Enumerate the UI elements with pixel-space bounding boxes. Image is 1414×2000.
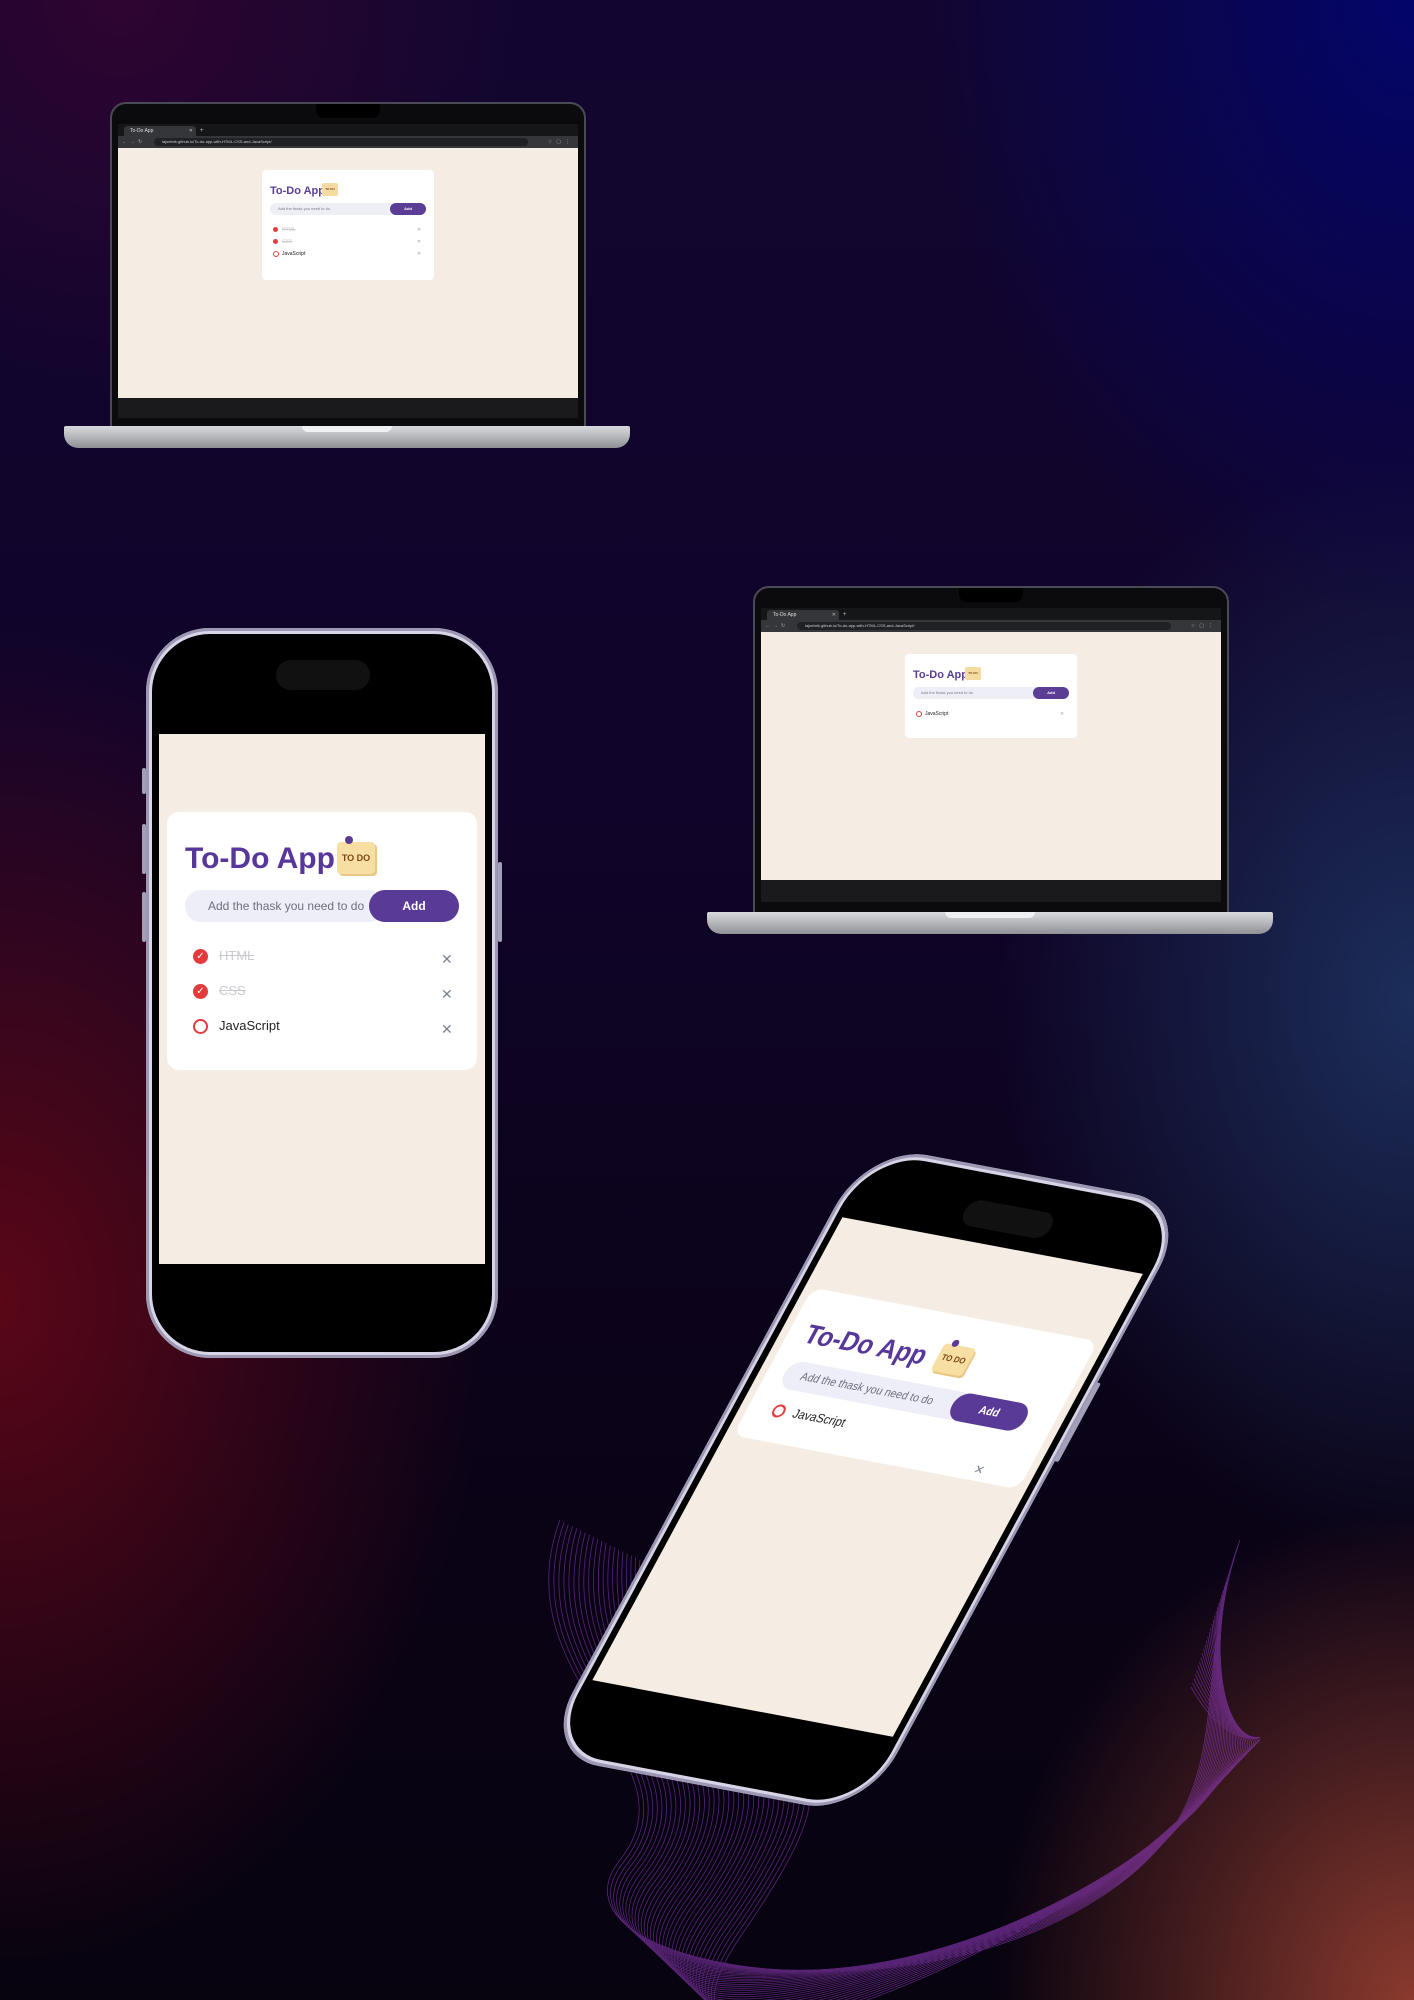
camera-notch xyxy=(316,104,380,118)
browser-chrome: To-Do App ✕ + ←→↻ lajoebrik.github.io/To-… xyxy=(761,608,1221,632)
phone-screen: To-Do App TO DO Add the thask you need t… xyxy=(159,734,485,1264)
dynamic-island xyxy=(276,660,370,690)
task-row[interactable]: JavaScript ✕ xyxy=(273,250,423,258)
app-title: To-Do App xyxy=(270,185,325,197)
unchecked-icon[interactable] xyxy=(769,1403,789,1419)
task-row[interactable]: CSS ✕ xyxy=(273,238,423,246)
app-title: To-Do App xyxy=(185,842,335,875)
browser-menu-icon[interactable]: ☆▢⋮ xyxy=(1191,623,1217,629)
laptop-base xyxy=(707,912,1273,934)
volume-button xyxy=(142,824,146,874)
laptop-mockup-right: To-Do App ✕ + ←→↻ lajoebrik.github.io/To-… xyxy=(707,586,1273,934)
new-tab-button[interactable]: + xyxy=(200,126,204,136)
add-button[interactable]: Add xyxy=(1033,687,1069,699)
todo-card: To-Do App TO DO Add the thask you need t… xyxy=(905,654,1077,738)
address-bar[interactable]: lajoebrik.github.io/To-do-app-with-HTML-… xyxy=(154,138,528,146)
task-label: CSS xyxy=(282,239,293,245)
unchecked-icon[interactable] xyxy=(916,711,922,717)
todo-card: To-Do App TO DO Add the thask you need t… xyxy=(732,1287,1099,1490)
checked-icon[interactable] xyxy=(273,239,278,244)
todo-image-icon: TO DO xyxy=(322,183,338,196)
new-tab-button[interactable]: + xyxy=(843,610,847,620)
dynamic-island xyxy=(957,1198,1059,1241)
tab-bar: To-Do App ✕ + xyxy=(118,124,578,136)
remove-icon[interactable]: ✕ xyxy=(1060,710,1064,718)
remove-icon[interactable]: ✕ xyxy=(441,1021,453,1038)
app-title: To-Do App xyxy=(913,669,968,681)
unchecked-icon[interactable] xyxy=(273,251,279,257)
remove-icon[interactable]: ✕ xyxy=(417,238,421,246)
nav-arrows-icon[interactable]: ←→↻ xyxy=(122,139,145,145)
task-input[interactable]: Add the thask you need to do xyxy=(913,687,1043,699)
browser-window: To-Do App ✕ + ←→↻ lajoebrik.github.io/To-… xyxy=(118,124,578,398)
nav-arrows-icon[interactable]: ←→↻ xyxy=(765,623,788,629)
checked-icon[interactable]: ✓ xyxy=(193,984,208,999)
todo-card: To-Do App TO DO Add the thask you need t… xyxy=(262,170,434,280)
unchecked-icon[interactable] xyxy=(193,1019,208,1034)
phone-bezel: To-Do App TO DO Add the thask you need t… xyxy=(152,634,492,1352)
task-label: JavaScript xyxy=(925,711,949,717)
screen-bottom-bezel xyxy=(118,398,578,418)
remove-icon[interactable]: ✕ xyxy=(417,226,421,234)
browser-tab[interactable]: To-Do App ✕ xyxy=(767,610,839,620)
tab-title: To-Do App xyxy=(130,128,154,134)
power-button xyxy=(498,862,502,942)
laptop-lid: To-Do App ✕ + ←→↻ lajoebrik.github.io/To-… xyxy=(110,102,586,428)
task-input[interactable]: Add the thask you need to do xyxy=(270,203,400,215)
checked-icon[interactable] xyxy=(273,227,278,232)
add-button[interactable]: Add xyxy=(390,203,426,215)
checked-icon[interactable]: ✓ xyxy=(193,949,208,964)
todo-image-label: TO DO xyxy=(341,853,371,863)
pin-icon xyxy=(345,836,353,844)
task-label: CSS xyxy=(219,983,246,998)
browser-window: To-Do App ✕ + ←→↻ lajoebrik.github.io/To-… xyxy=(761,608,1221,880)
todo-image-icon: TO DO xyxy=(930,1339,977,1377)
task-label: JavaScript xyxy=(789,1406,849,1430)
remove-icon[interactable]: ✕ xyxy=(441,986,453,1003)
laptop-base xyxy=(64,426,630,448)
app-title: To-Do App xyxy=(798,1318,934,1371)
task-label: JavaScript xyxy=(219,1018,280,1033)
base-notch xyxy=(302,426,392,432)
volume-button xyxy=(142,892,146,942)
task-row[interactable]: ✓ HTML ✕ xyxy=(193,948,463,968)
laptop-lid: To-Do App ✕ + ←→↻ lajoebrik.github.io/To-… xyxy=(753,586,1229,914)
tab-bar: To-Do App ✕ + xyxy=(761,608,1221,620)
phone-mockup-upright: To-Do App TO DO Add the thask you need t… xyxy=(142,628,502,1358)
add-button[interactable]: Add xyxy=(944,1391,1034,1433)
todo-card: To-Do App TO DO Add the thask you need t… xyxy=(167,812,477,1070)
remove-icon[interactable]: ✕ xyxy=(971,1462,988,1478)
volume-button xyxy=(142,768,146,794)
address-bar-row: ←→↻ lajoebrik.github.io/To-do-app-with-H… xyxy=(118,136,578,148)
tab-close-icon[interactable]: ✕ xyxy=(189,126,193,136)
task-row[interactable]: JavaScript ✕ xyxy=(193,1018,463,1038)
task-label: HTML xyxy=(282,227,296,233)
remove-icon[interactable]: ✕ xyxy=(441,951,453,968)
todo-image-label: TO DO xyxy=(939,1352,968,1366)
todo-image-icon: TO DO xyxy=(965,667,981,680)
task-label: JavaScript xyxy=(282,251,306,257)
laptop-mockup-top: To-Do App ✕ + ←→↻ lajoebrik.github.io/To-… xyxy=(64,102,630,448)
task-row[interactable]: ✓ CSS ✕ xyxy=(193,983,463,1003)
todo-image-icon: TO DO xyxy=(337,836,375,874)
base-notch xyxy=(945,912,1035,918)
add-button[interactable]: Add xyxy=(369,890,459,922)
tab-title: To-Do App xyxy=(773,612,797,618)
task-input[interactable]: Add the thask you need to do xyxy=(185,890,385,922)
browser-chrome: To-Do App ✕ + ←→↻ lajoebrik.github.io/To-… xyxy=(118,124,578,148)
task-label: HTML xyxy=(219,948,255,963)
task-row[interactable]: HTML ✕ xyxy=(273,226,423,234)
remove-icon[interactable]: ✕ xyxy=(417,250,421,258)
pin-icon xyxy=(950,1339,961,1348)
browser-tab[interactable]: To-Do App ✕ xyxy=(124,126,196,136)
browser-menu-icon[interactable]: ☆▢⋮ xyxy=(548,139,574,145)
camera-notch xyxy=(959,588,1023,602)
screen-bottom-bezel xyxy=(761,880,1221,902)
address-bar[interactable]: lajoebrik.github.io/To-do-app-with-HTML-… xyxy=(797,622,1171,630)
tab-close-icon[interactable]: ✕ xyxy=(832,610,836,620)
task-row[interactable]: JavaScript ✕ xyxy=(916,710,1066,718)
address-bar-row: ←→↻ lajoebrik.github.io/To-do-app-with-H… xyxy=(761,620,1221,632)
